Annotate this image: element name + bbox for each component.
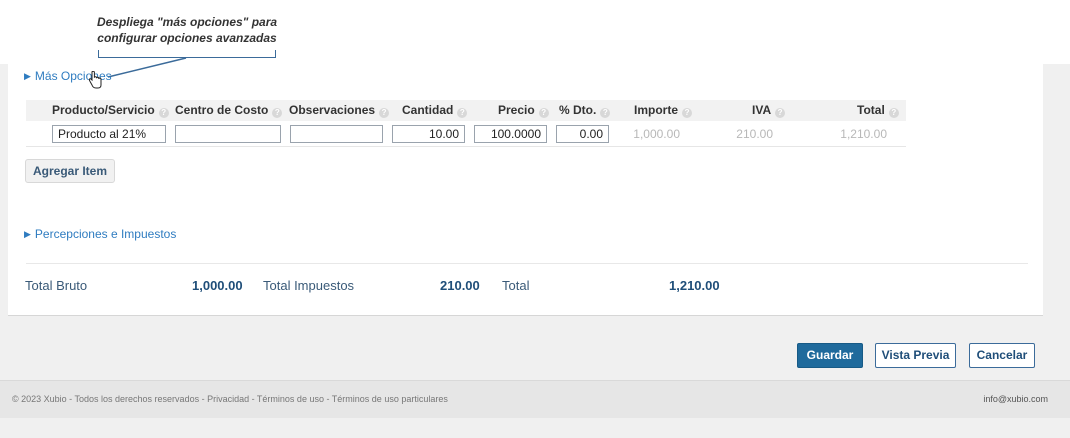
expand-arrow-icon: ▶ [24,228,31,239]
descuento-input[interactable] [556,125,609,143]
header-producto: Producto/Servicio? [52,100,169,120]
help-icon[interactable]: ? [888,108,899,118]
help-icon[interactable]: ? [682,108,693,118]
centro-costo-input[interactable] [175,125,281,143]
footer-email-link[interactable]: info@xubio.com [983,394,1048,404]
observaciones-input[interactable] [290,125,383,143]
cantidad-input[interactable] [392,125,465,143]
total-label: Total [502,278,530,293]
total-bruto-label: Total Bruto [25,278,88,293]
percepciones-toggle[interactable]: ▶ Percepciones e Impuestos [24,227,176,241]
producto-input[interactable] [52,125,166,143]
header-descuento: % Dto.? [559,100,611,120]
header-importe: Importe? [634,100,693,120]
header-centro-costo: Centro de Costo? [175,100,283,120]
header-observaciones: Observaciones? [289,100,390,120]
callout-annotation: Despliega "más opciones" para configurar… [96,14,278,46]
cancelar-button[interactable]: Cancelar [969,343,1035,368]
footer: © 2023 Xubio - Todos los derechos reserv… [0,380,1070,418]
totals-divider [26,263,1028,264]
precio-input[interactable] [474,125,547,143]
row-divider [26,146,906,147]
header-cantidad: Cantidad? [402,100,468,120]
page-gutter [1043,64,1070,316]
total-value: 1,210.00 [840,127,887,141]
callout-bracket [98,50,276,58]
percepciones-label: Percepciones e Impuestos [34,227,177,241]
help-icon[interactable]: ? [600,108,611,118]
help-icon[interactable]: ? [538,108,549,118]
help-icon[interactable]: ? [775,108,786,118]
total-impuestos-value: 210.00 [440,278,480,293]
total-impuestos-label: Total Impuestos [263,278,355,293]
help-icon[interactable]: ? [379,108,390,118]
vista-previa-button[interactable]: Vista Previa [875,343,956,368]
total-grand-value: 1,210.00 [669,278,720,293]
callout-line-1: Despliega "más opciones" para [96,15,278,29]
total-bruto-value: 1,000.00 [192,278,243,293]
iva-value: 210.00 [736,127,773,141]
hand-cursor-icon [88,71,102,89]
expand-arrow-icon: ▶ [24,70,31,81]
header-total: Total? [857,100,899,120]
help-icon[interactable]: ? [158,108,169,118]
add-item-button[interactable]: Agregar Item [25,159,115,183]
header-precio: Precio? [498,100,549,120]
footer-legal-links[interactable]: © 2023 Xubio - Todos los derechos reserv… [12,394,448,404]
guardar-button[interactable]: Guardar [797,343,863,368]
importe-value: 1,000.00 [633,127,680,141]
help-icon[interactable]: ? [272,108,283,118]
header-iva: IVA? [752,100,786,120]
callout-line-2: configurar opciones avanzadas [97,31,277,45]
help-icon[interactable]: ? [457,108,468,118]
